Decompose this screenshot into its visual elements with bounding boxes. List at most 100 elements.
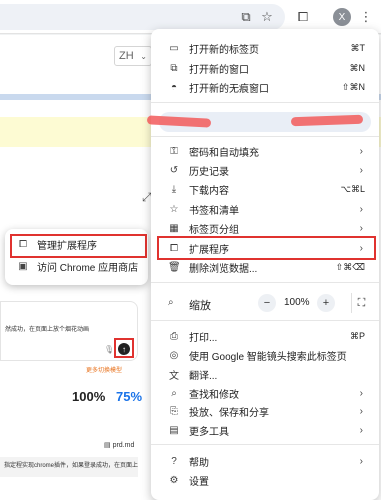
trash-icon: 🗑 <box>168 261 181 273</box>
menu-label: 翻译... <box>189 370 218 382</box>
annotation-box-extensions <box>157 236 376 260</box>
menu-label: 历史记录 <box>189 166 229 178</box>
menu-label: 打开新的窗口 <box>189 64 249 76</box>
menu-help[interactable]: ? 帮助 › <box>151 451 379 471</box>
fullscreen-icon[interactable]: ⛶ <box>351 293 371 313</box>
menu-zoom-row: ⌕ 缩放 − 100% + ⛶ <box>151 292 379 316</box>
menu-settings[interactable]: ⚙ 设置 <box>151 470 379 490</box>
menu-translate[interactable]: 文 翻译... <box>151 364 379 384</box>
chevron-right-icon: › <box>359 222 363 234</box>
menu-shortcut: ⇧⌘⌫ <box>335 261 365 272</box>
bookmark-star-icon[interactable]: ☆ <box>257 7 277 27</box>
download-icon: ⤓ <box>171 183 177 195</box>
menu-print[interactable]: ⎙ 打印... ⌘P <box>151 326 379 346</box>
menu-tab-groups[interactable]: ▦ 标签页分组 › <box>151 218 379 238</box>
tab-groups-icon: ▦ <box>169 222 179 234</box>
toolbox-icon: ▤ <box>169 424 179 436</box>
menu-separator <box>151 102 379 103</box>
new-tab-icon: ▭ <box>169 42 179 54</box>
menu-new-window[interactable]: ⧉ 打开新的窗口 ⌘N <box>151 58 379 78</box>
menu-label: 密码和自动填充 <box>189 147 259 159</box>
menu-label: 查找和修改 <box>189 389 239 401</box>
menu-label: 设置 <box>189 476 209 488</box>
menu-label: 打开新的标签页 <box>189 44 259 56</box>
screenshot-icon[interactable]: ⧉ <box>236 7 256 27</box>
printer-icon: ⎙ <box>170 330 178 342</box>
menu-shortcut: ⌘T <box>350 42 366 53</box>
menu-separator <box>151 136 379 137</box>
help-icon: ? <box>171 455 177 467</box>
menu-label: 使用 Google 智能镜头搜索此标签页 <box>189 351 347 363</box>
menu-bookmarks[interactable]: ☆ 书签和清单 › <box>151 199 379 219</box>
magnifier-icon: ⌕ <box>168 297 174 308</box>
chevron-right-icon: › <box>359 164 363 176</box>
menu-shortcut: ⌘P <box>349 330 365 341</box>
zoom-in-button[interactable]: + <box>317 294 335 312</box>
extensions-icon[interactable]: ⧠ <box>293 7 313 27</box>
submenu-item-label: 访问 Chrome 应用商店 <box>37 262 139 274</box>
star-icon: ☆ <box>169 203 179 215</box>
avatar-letter: X <box>338 11 346 23</box>
menu-label: 缩放 <box>189 300 211 312</box>
annotation-box-send <box>114 338 134 358</box>
chevron-right-icon: › <box>359 145 363 157</box>
translate-icon: 文 <box>169 370 179 382</box>
model-switch-link[interactable]: 更多切换模型 <box>86 365 122 374</box>
file-name: prd.md <box>112 442 135 449</box>
key-icon: ⚿ <box>170 145 178 157</box>
menu-clear-data[interactable]: 🗑 删除浏览数据... ⇧⌘⌫ <box>151 257 379 277</box>
search-doc-icon: ⌕ <box>171 387 177 399</box>
language-value: ZH <box>119 50 134 62</box>
percent-value-1: 100% <box>72 389 106 404</box>
chevron-right-icon: › <box>359 455 363 467</box>
menu-cast-save[interactable]: ⎘ 投放、保存和分享 › <box>151 401 379 421</box>
store-icon: ▣ <box>18 260 28 272</box>
menu-separator <box>151 282 379 283</box>
history-icon: ↺ <box>169 164 179 176</box>
percent-value-2: 75% <box>116 389 143 404</box>
menu-new-tab[interactable]: ▭ 打开新的标签页 ⌘T <box>151 38 379 58</box>
menu-separator <box>151 320 379 321</box>
menu-shortcut: ⌘N <box>349 62 366 73</box>
menu-find-edit[interactable]: ⌕ 查找和修改 › <box>151 383 379 403</box>
menu-history[interactable]: ↺ 历史记录 › <box>151 160 379 180</box>
bottom-text: 指定程实现chrome插件，如果登录成功，在页面上放 <box>0 457 138 477</box>
menu-passwords[interactable]: ⚿ 密码和自动填充 › <box>151 141 379 161</box>
mic-icon[interactable]: 🎙 <box>104 345 114 354</box>
menu-label: 书签和清单 <box>189 205 239 217</box>
chat-text: 然成功，在页面上放个烟花动画 <box>5 327 90 333</box>
menu-label: 打印... <box>189 332 218 344</box>
menu-shortcut: ⇧⌘N <box>341 81 365 92</box>
menu-label: 标签页分组 <box>189 224 239 236</box>
file-label: ▤ prd.md <box>104 442 135 449</box>
menu-label: 投放、保存和分享 <box>189 407 269 419</box>
menu-separator <box>151 444 379 445</box>
menu-google-lens[interactable]: ◎ 使用 Google 智能镜头搜索此标签页 <box>151 345 379 365</box>
zoom-out-button[interactable]: − <box>258 294 276 312</box>
menu-downloads[interactable]: ⤓ 下载内容 ⌥⌘L <box>151 179 379 199</box>
menu-label: 删除浏览数据... <box>189 263 258 275</box>
chevron-down-icon: ⌄ <box>140 51 147 61</box>
menu-icon[interactable]: ⋮ <box>356 7 376 27</box>
chevron-right-icon: › <box>359 203 363 215</box>
menu-label: 下载内容 <box>189 185 229 197</box>
profile-avatar[interactable]: X <box>333 8 351 26</box>
save-icon: ⎘ <box>170 405 178 417</box>
language-select[interactable]: ZH ⌄ <box>114 46 152 66</box>
chrome-menu: ▭ 打开新的标签页 ⌘T ⧉ 打开新的窗口 ⌘N ◓ 打开新的无痕窗口 ⇧⌘N … <box>146 29 379 500</box>
submenu-chrome-web-store[interactable]: ▣ 访问 Chrome 应用商店 <box>5 255 148 277</box>
zoom-value: 100% <box>284 297 310 308</box>
lens-icon: ◎ <box>169 349 179 361</box>
chevron-right-icon: › <box>359 424 363 436</box>
menu-shortcut: ⌥⌘L <box>340 183 365 194</box>
chevron-right-icon: › <box>359 405 363 417</box>
annotation-box-manage <box>10 234 147 258</box>
gear-icon: ⚙ <box>169 474 179 486</box>
menu-more-tools[interactable]: ▤ 更多工具 › <box>151 420 379 440</box>
chevron-right-icon: › <box>359 387 363 399</box>
new-window-icon: ⧉ <box>170 62 178 74</box>
menu-incognito[interactable]: ◓ 打开新的无痕窗口 ⇧⌘N <box>151 77 379 97</box>
menu-label: 更多工具 <box>189 426 229 438</box>
menu-label: 打开新的无痕窗口 <box>189 83 269 95</box>
incognito-icon: ◓ <box>170 81 178 93</box>
